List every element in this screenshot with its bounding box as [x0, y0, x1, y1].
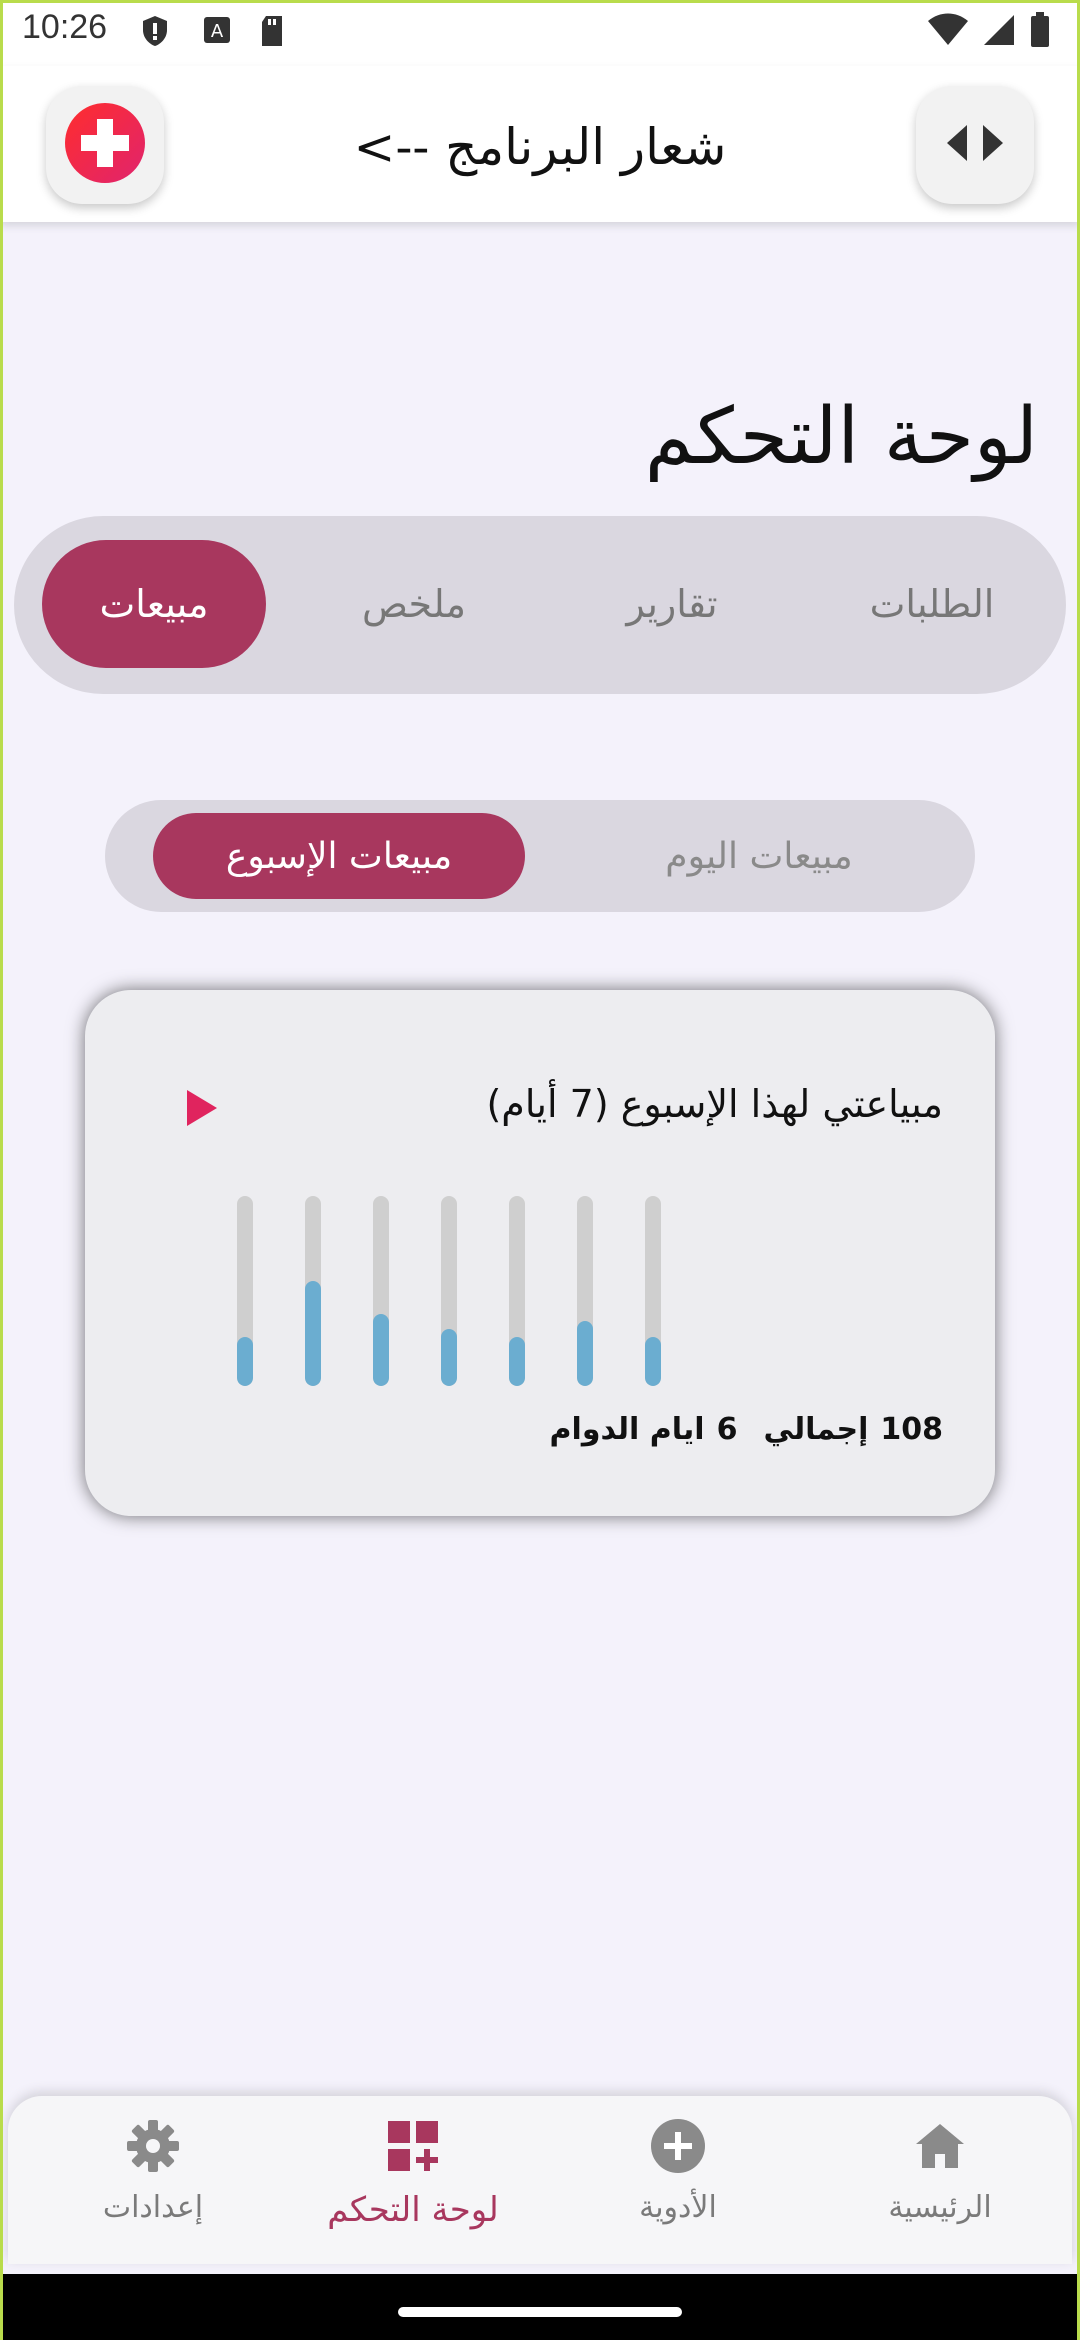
bar-track	[441, 1196, 457, 1386]
weekly-sales-card: مبياعتي لهذا الإسبوع (7 أيام) 108 إجمالي…	[85, 990, 995, 1516]
bar-fill	[305, 1281, 321, 1386]
sales-period-toggle: مبيعات اليوم مبيعات الإسبوع	[105, 800, 975, 912]
tab-week-sales[interactable]: مبيعات الإسبوع	[153, 813, 525, 899]
bottom-navigation: الرئيسية الأدوية لوحة التحكم إعدادات	[8, 2096, 1072, 2264]
bar-fill	[577, 1321, 593, 1386]
dashboard-icon	[383, 2116, 443, 2176]
bar-track	[645, 1196, 661, 1386]
play-icon[interactable]	[187, 1090, 217, 1126]
bar-fill	[237, 1337, 253, 1386]
card-title: مبياعتي لهذا الإسبوع (7 أيام)	[486, 1082, 943, 1126]
bar-track	[237, 1196, 253, 1386]
home-indicator[interactable]	[398, 2307, 682, 2317]
nav-medicines[interactable]: الأدوية	[563, 2116, 793, 2256]
sd-card-icon	[258, 14, 286, 52]
nav-home-label: الرئيسية	[888, 2190, 992, 2225]
bar-fill	[509, 1337, 525, 1386]
nav-settings[interactable]: إعدادات	[38, 2116, 268, 2256]
bar-fill	[373, 1314, 389, 1386]
nav-dashboard[interactable]: لوحة التحكم	[298, 2116, 528, 2256]
gear-icon	[123, 2116, 183, 2176]
bar-track	[577, 1196, 593, 1386]
tab-today-sales[interactable]: مبيعات اليوم	[573, 813, 945, 899]
app-bar: شعار البرنامج -->	[0, 66, 1080, 222]
keyboard-a-icon: A	[202, 14, 232, 52]
swap-direction-button[interactable]	[916, 86, 1034, 204]
nav-settings-label: إعدادات	[102, 2190, 204, 2225]
days-value: 6	[716, 1412, 738, 1447]
nav-home[interactable]: الرئيسية	[825, 2116, 1055, 2256]
tab-reports[interactable]: تقارير	[560, 540, 784, 668]
plus-circle-icon	[648, 2116, 708, 2176]
page-title: لوحة التحكم	[644, 392, 1038, 483]
signal-icon	[982, 13, 1016, 51]
bar-track	[373, 1196, 389, 1386]
bar-track	[509, 1196, 525, 1386]
days-label: ايام الدوام	[549, 1412, 705, 1447]
total-label: إجمالي	[763, 1412, 869, 1447]
bar-fill	[645, 1337, 661, 1386]
swap-arrows-icon	[943, 121, 1007, 169]
card-footer: 108 إجمالي 6 ايام الدوام	[550, 1412, 943, 1447]
status-bar: 10:26 A	[0, 0, 1080, 66]
shield-icon	[140, 14, 170, 52]
nav-medicines-label: الأدوية	[639, 2190, 717, 2225]
total-value: 108	[880, 1412, 943, 1447]
home-icon	[910, 2116, 970, 2176]
battery-icon	[1030, 12, 1050, 52]
bar-track	[305, 1196, 321, 1386]
tab-sales[interactable]: مبيعات	[42, 540, 266, 668]
bar-fill	[441, 1329, 457, 1386]
bar-chart	[85, 1196, 995, 1386]
nav-dashboard-label: لوحة التحكم	[327, 2190, 499, 2230]
status-time: 10:26	[22, 8, 108, 46]
tab-orders[interactable]: الطلبات	[820, 540, 1044, 668]
wifi-icon	[928, 13, 968, 51]
main-tabs: الطلبات تقارير ملخص مبيعات	[14, 516, 1066, 694]
svg-text:A: A	[211, 21, 224, 42]
tab-summary[interactable]: ملخص	[302, 540, 526, 668]
